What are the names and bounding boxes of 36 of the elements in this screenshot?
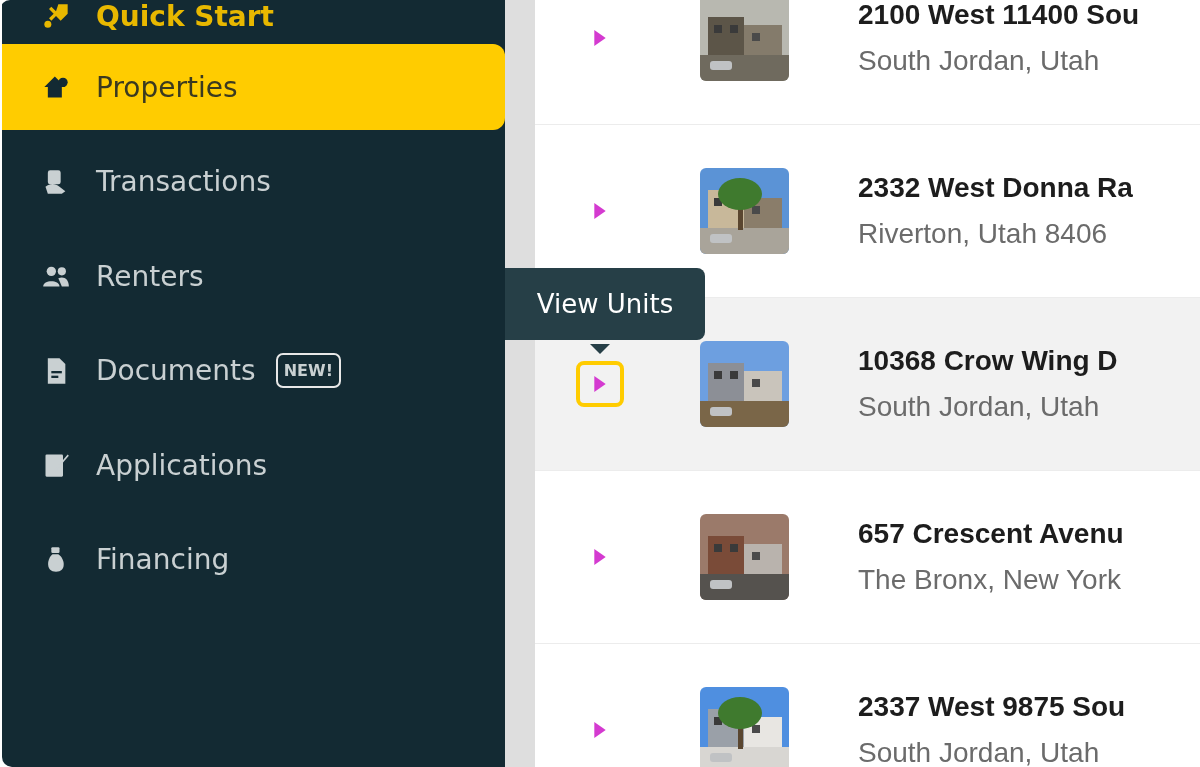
nav-label: Transactions — [96, 165, 271, 198]
caret-icon — [594, 203, 606, 219]
nav-label: Financing — [96, 543, 230, 576]
nav-label: Quick Start — [96, 0, 274, 33]
tooltip-pointer — [590, 344, 610, 354]
property-row[interactable]: 2337 West 9875 Sou South Jordan, Utah — [535, 644, 1200, 767]
nav-label: Applications — [96, 448, 268, 482]
property-address[interactable]: 657 Crescent Avenu — [858, 518, 1124, 550]
nav-label: Documents — [96, 354, 256, 387]
sidebar-item[interactable]: Renters — [2, 233, 505, 319]
sidebar-item[interactable]: Transactions — [2, 138, 505, 225]
nav-label: Properties — [96, 70, 238, 104]
property-address[interactable]: 2332 West Donna Ra — [858, 172, 1133, 204]
sidebar-item[interactable]: Financing — [2, 516, 505, 603]
property-location: South Jordan, Utah — [858, 391, 1101, 423]
property-location: The Bronx, New York — [858, 564, 1123, 596]
property-row[interactable]: 657 Crescent Avenu The Bronx, New York — [535, 471, 1200, 644]
sidebar-item[interactable]: Documents NEW! — [2, 327, 505, 414]
sidebar-item[interactable]: Quick Start — [2, 0, 505, 36]
sidebar-item[interactable]: Properties — [2, 44, 505, 130]
caret-icon — [594, 549, 606, 565]
expand-button[interactable] — [576, 361, 624, 407]
property-location: South Jordan, Utah — [858, 45, 1101, 77]
property-address[interactable]: 10368 Crow Wing D — [858, 345, 1118, 377]
caret-icon — [594, 30, 606, 46]
property-location: Riverton, Utah 8406 — [858, 218, 1109, 250]
property-location: South Jordan, Utah — [858, 737, 1101, 767]
new-tag: NEW! — [275, 353, 341, 388]
nav-label: Renters — [96, 259, 204, 293]
caret-icon — [594, 376, 606, 392]
property-address[interactable]: 2337 West 9875 Sou — [858, 691, 1126, 723]
tooltip: View Units — [505, 268, 705, 340]
property-address[interactable]: 2100 West 11400 Sou — [858, 0, 1140, 31]
property-row[interactable]: 2100 West 11400 Sou South Jordan, Utah — [535, 0, 1200, 125]
caret-icon — [594, 722, 606, 738]
sidebar-item[interactable]: Applications — [2, 422, 505, 508]
